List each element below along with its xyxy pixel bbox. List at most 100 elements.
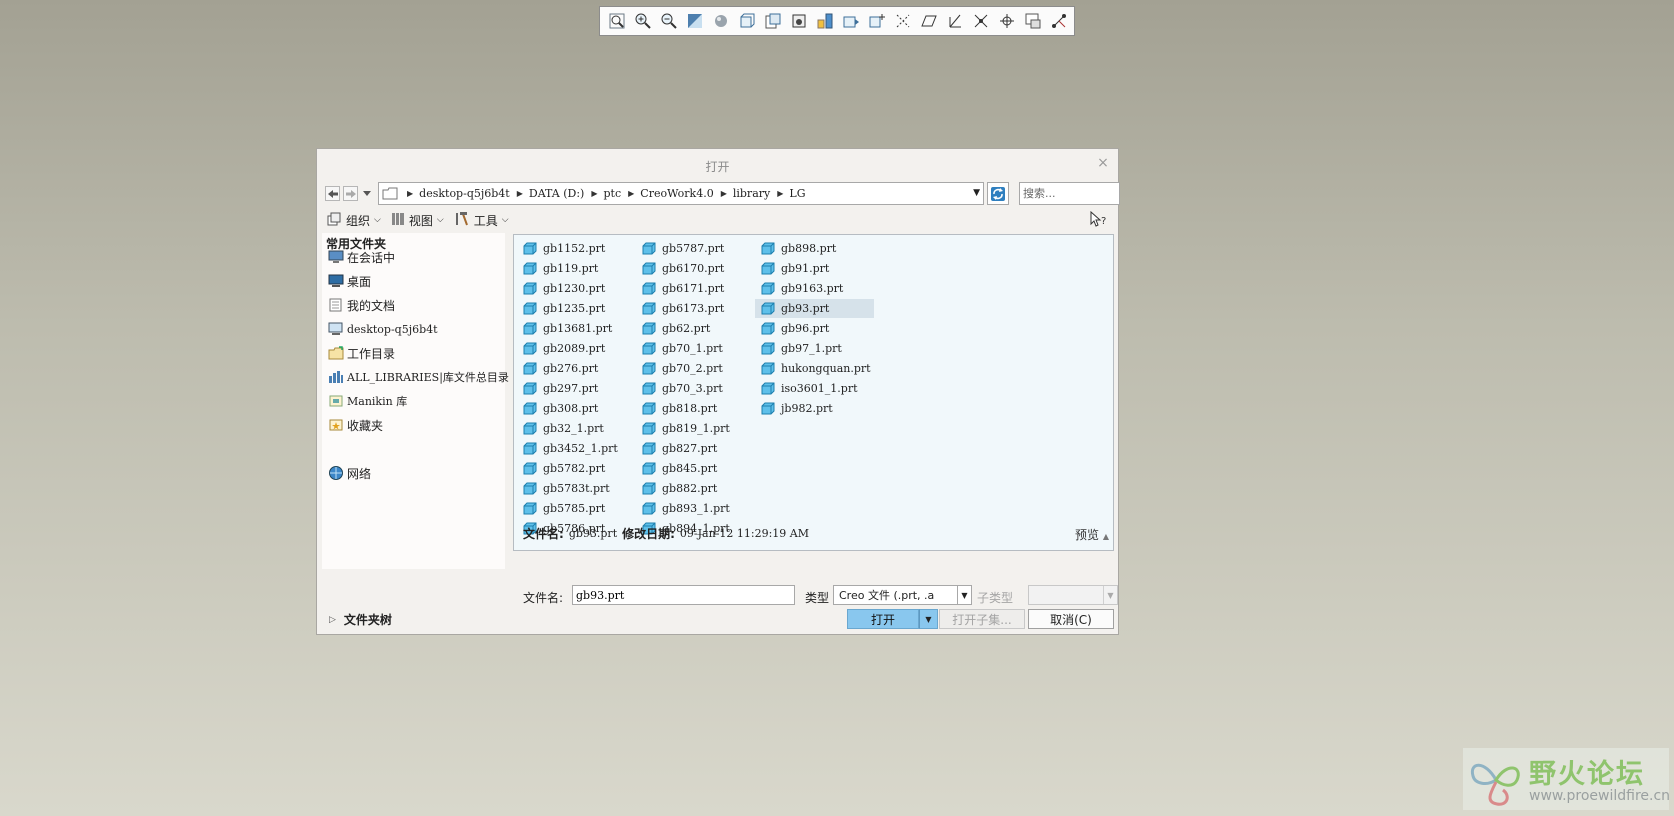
open-subset-button[interactable]: 打开子集... xyxy=(939,609,1025,629)
preview-toggle[interactable]: 预览 ▲ xyxy=(1075,526,1109,543)
datum-axes-icon[interactable] xyxy=(891,9,915,33)
repaint-icon[interactable] xyxy=(683,9,707,33)
file-item[interactable]: gb2089.prt xyxy=(517,339,636,358)
file-item[interactable]: gb6173.prt xyxy=(636,299,755,318)
file-item[interactable]: gb1230.prt xyxy=(517,279,636,298)
file-item[interactable]: gb91.prt xyxy=(755,259,874,278)
file-item[interactable]: gb5782.prt xyxy=(517,459,636,478)
tools-menu-button[interactable]: 工具 ⌵ xyxy=(454,211,509,229)
file-item[interactable]: gb5785.prt xyxy=(517,499,636,518)
file-item[interactable]: gb93.prt xyxy=(755,299,874,318)
subtype-select[interactable]: ▼ xyxy=(1028,585,1118,605)
file-item[interactable]: gb119.prt xyxy=(517,259,636,278)
file-item[interactable]: gb3452_1.prt xyxy=(517,439,636,458)
favorite-manikin-library[interactable]: Manikin 库 xyxy=(327,391,407,411)
help-cursor-icon[interactable]: ? xyxy=(1090,210,1108,230)
zoom-out-icon[interactable] xyxy=(657,9,681,33)
favorite-my-documents[interactable]: 我的文档 xyxy=(327,295,395,315)
file-item[interactable]: gb70_2.prt xyxy=(636,359,755,378)
file-type-select[interactable]: Creo 文件 (.prt, .a ▼ xyxy=(833,585,972,605)
file-item[interactable]: gb70_1.prt xyxy=(636,339,755,358)
view-manager-icon[interactable] xyxy=(761,9,785,33)
file-item[interactable]: gb96.prt xyxy=(755,319,874,338)
datum-points-icon[interactable] xyxy=(917,9,941,33)
open-button[interactable]: 打开 xyxy=(847,609,919,629)
dialog-titlebar[interactable]: 打开 × xyxy=(317,149,1118,179)
display-style-icon[interactable] xyxy=(709,9,733,33)
file-item[interactable]: gb97_1.prt xyxy=(755,339,874,358)
file-item[interactable]: gb297.prt xyxy=(517,379,636,398)
breadcrumb-item[interactable]: CreoWork4.0 xyxy=(640,187,713,200)
search-input[interactable] xyxy=(1019,182,1120,205)
breadcrumb-item[interactable]: LG xyxy=(789,187,805,200)
refresh-icon[interactable] xyxy=(987,182,1009,205)
file-item[interactable]: gb898.prt xyxy=(755,239,874,258)
part-file-icon xyxy=(761,382,775,395)
open-dropdown-arrow-icon[interactable]: ▼ xyxy=(919,609,938,629)
annotation-display-icon[interactable] xyxy=(969,9,993,33)
file-item[interactable]: gb819_1.prt xyxy=(636,419,755,438)
datum-planes-icon[interactable] xyxy=(865,9,889,33)
perspective-icon[interactable] xyxy=(787,9,811,33)
forward-arrow-icon[interactable] xyxy=(343,186,358,201)
spin-center-icon[interactable] xyxy=(995,9,1019,33)
favorites-pane: 常用文件夹 在会话中 桌面 我的文档 desktop-q5j6b4t 工作目录 … xyxy=(322,233,509,569)
part-file-icon xyxy=(642,442,656,455)
file-item[interactable]: gb845.prt xyxy=(636,459,755,478)
file-item[interactable]: gb5783t.prt xyxy=(517,479,636,498)
file-item[interactable]: gb818.prt xyxy=(636,399,755,418)
file-item[interactable]: gb1235.prt xyxy=(517,299,636,318)
file-item[interactable]: gb893_1.prt xyxy=(636,499,755,518)
zoom-in-icon[interactable] xyxy=(631,9,655,33)
close-icon[interactable]: × xyxy=(1096,156,1110,170)
file-item[interactable]: gb13681.prt xyxy=(517,319,636,338)
folder-tree-label: 文件夹树 xyxy=(343,613,392,627)
back-arrow-icon[interactable] xyxy=(325,186,340,201)
datum-display-icon[interactable] xyxy=(839,9,863,33)
file-item[interactable]: gb32_1.prt xyxy=(517,419,636,438)
favorite-favorites-folder[interactable]: 收藏夹 xyxy=(327,415,383,435)
layers-icon[interactable] xyxy=(813,9,837,33)
breadcrumb-item[interactable]: ptc xyxy=(604,187,622,200)
file-name: gb845.prt xyxy=(662,462,718,475)
sketch-display-icon[interactable] xyxy=(1047,9,1071,33)
file-item[interactable]: gb882.prt xyxy=(636,479,755,498)
part-file-icon xyxy=(642,362,656,375)
cancel-button[interactable]: 取消(C) xyxy=(1028,609,1114,629)
favorite-working-directory[interactable]: 工作目录 xyxy=(327,343,395,363)
folder-icon xyxy=(382,187,398,200)
breadcrumb-item[interactable]: DATA (D:) xyxy=(529,187,584,200)
file-list[interactable]: gb1152.prt gb119.prt gb1230.prt gb1235.prt g… xyxy=(513,234,1114,551)
favorite-computer[interactable]: desktop-q5j6b4t xyxy=(327,319,438,339)
file-item[interactable]: gb308.prt xyxy=(517,399,636,418)
file-item[interactable]: jb982.prt xyxy=(755,399,874,418)
address-bar[interactable]: ▶ desktop-q5j6b4t ▶ DATA (D:) ▶ ptc ▶ Cr… xyxy=(378,182,984,205)
folder-tree-toggle[interactable]: ▷ 文件夹树 xyxy=(329,611,392,628)
organize-menu-button[interactable]: 组织 ⌵ xyxy=(327,212,381,229)
file-item[interactable]: gb6171.prt xyxy=(636,279,755,298)
filename-input[interactable] xyxy=(572,585,795,605)
favorite-network[interactable]: 网络 xyxy=(327,463,371,483)
breadcrumb-item[interactable]: desktop-q5j6b4t xyxy=(419,187,510,200)
saved-orientations-icon[interactable] xyxy=(735,9,759,33)
favorite-desktop[interactable]: 桌面 xyxy=(327,271,371,291)
file-item[interactable]: gb62.prt xyxy=(636,319,755,338)
refit-icon[interactable] xyxy=(605,9,629,33)
favorite-all-libraries[interactable]: ALL_LIBRARIES|库文件总目录 xyxy=(327,367,509,387)
favorite-in-session[interactable]: 在会话中 xyxy=(327,247,395,267)
address-dropdown-icon[interactable]: ▼ xyxy=(973,188,980,198)
file-item[interactable]: gb70_3.prt xyxy=(636,379,755,398)
csys-icon[interactable] xyxy=(943,9,967,33)
file-item[interactable]: gb5787.prt xyxy=(636,239,755,258)
file-item[interactable]: hukongquan.prt xyxy=(755,359,874,378)
file-item[interactable]: gb827.prt xyxy=(636,439,755,458)
file-item[interactable]: gb9163.prt xyxy=(755,279,874,298)
file-item[interactable]: gb6170.prt xyxy=(636,259,755,278)
file-item[interactable]: iso3601_1.prt xyxy=(755,379,874,398)
breadcrumb-item[interactable]: library xyxy=(733,187,770,200)
appearance-icon[interactable] xyxy=(1021,9,1045,33)
file-item[interactable]: gb276.prt xyxy=(517,359,636,378)
file-item[interactable]: gb1152.prt xyxy=(517,239,636,258)
history-dropdown-icon[interactable] xyxy=(362,185,372,201)
view-menu-button[interactable]: 视图 ⌵ xyxy=(391,212,444,229)
